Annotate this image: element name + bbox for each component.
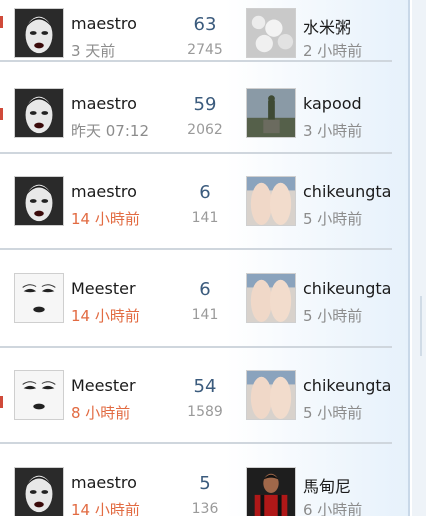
last-poster-avatar[interactable] — [246, 467, 296, 516]
author-post-time: 3 天前 — [71, 42, 116, 60]
author-post-time: 昨天 07:12 — [71, 122, 149, 140]
author-avatar[interactable] — [14, 370, 64, 420]
author-avatar[interactable] — [14, 176, 64, 226]
panel-border — [408, 0, 410, 516]
author-name[interactable]: maestro — [71, 473, 137, 492]
last-poster-name[interactable]: 水米粥 — [303, 14, 351, 38]
last-post-time: 5 小時前 — [303, 307, 363, 325]
woman-face-avatar-icon — [15, 9, 63, 57]
legs-thumb-icon — [247, 371, 295, 419]
author-name[interactable]: maestro — [71, 94, 137, 113]
drawn-eyes-lips-avatar-icon — [15, 274, 63, 322]
last-poster-avatar[interactable] — [246, 370, 296, 420]
view-count: 141 — [191, 210, 219, 226]
reply-count: 6 — [199, 279, 211, 300]
last-poster-avatar[interactable] — [246, 273, 296, 323]
edge-marker — [0, 396, 3, 408]
last-post-time: 5 小時前 — [303, 210, 363, 228]
edge-marker — [0, 108, 3, 120]
view-count: 2745 — [187, 42, 223, 58]
author-post-time: 14 小時前 — [71, 210, 140, 228]
rice-grains-thumb-icon — [247, 9, 295, 57]
author-name[interactable]: Meester — [71, 376, 136, 395]
view-count: 141 — [191, 307, 219, 323]
row-divider — [0, 442, 392, 444]
football-player-thumb-icon — [247, 468, 295, 516]
author-name[interactable]: Meester — [71, 279, 136, 298]
reply-count: 63 — [193, 14, 217, 35]
last-poster-avatar[interactable] — [246, 8, 296, 58]
author-post-time: 14 小時前 — [71, 501, 140, 516]
last-poster-name[interactable]: chikeungta — [303, 182, 391, 201]
statue-thumb-icon — [247, 89, 295, 137]
row-divider — [0, 152, 392, 154]
legs-thumb-icon — [247, 274, 295, 322]
author-avatar[interactable] — [14, 8, 64, 58]
reply-count: 5 — [199, 473, 211, 494]
drawn-eyes-lips-avatar-icon — [15, 371, 63, 419]
last-post-time: 3 小時前 — [303, 122, 363, 140]
author-avatar[interactable] — [14, 88, 64, 138]
reply-count: 59 — [193, 94, 217, 115]
author-post-time: 14 小時前 — [71, 307, 140, 325]
author-post-time: 8 小時前 — [71, 404, 131, 422]
last-post-time: 6 小時前 — [303, 501, 363, 516]
author-name[interactable]: maestro — [71, 14, 137, 33]
author-avatar[interactable] — [14, 273, 64, 323]
last-poster-avatar[interactable] — [246, 176, 296, 226]
last-poster-avatar[interactable] — [246, 88, 296, 138]
last-poster-name[interactable]: kapood — [303, 94, 362, 113]
view-count: 136 — [191, 501, 219, 516]
woman-face-avatar-icon — [15, 89, 63, 137]
reply-count: 54 — [193, 376, 217, 397]
view-count: 1589 — [187, 404, 223, 420]
author-avatar[interactable] — [14, 467, 64, 516]
right-edge-strip — [412, 0, 426, 516]
row-divider — [0, 346, 392, 348]
right-edge-line — [420, 296, 422, 356]
row-divider — [0, 248, 392, 250]
last-poster-name[interactable]: chikeungta — [303, 376, 391, 395]
author-name[interactable]: maestro — [71, 182, 137, 201]
legs-thumb-icon — [247, 177, 295, 225]
last-poster-name[interactable]: chikeungta — [303, 279, 391, 298]
woman-face-avatar-icon — [15, 177, 63, 225]
reply-count: 6 — [199, 182, 211, 203]
last-poster-name[interactable]: 馬甸尼 — [303, 473, 351, 497]
topic-list-panel: maestro 3 天前 63 2745 水米粥 2 小時前 maestro 昨… — [0, 0, 410, 516]
last-post-time: 5 小時前 — [303, 404, 363, 422]
woman-face-avatar-icon — [15, 468, 63, 516]
last-post-time: 2 小時前 — [303, 42, 363, 60]
edge-marker — [0, 16, 3, 28]
view-count: 2062 — [187, 122, 223, 138]
